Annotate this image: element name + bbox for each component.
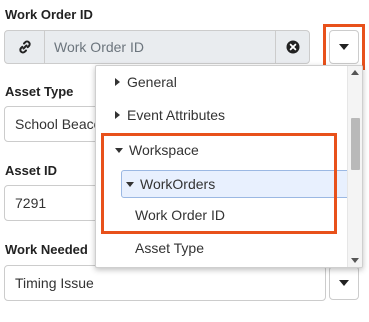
asset-id-label: Asset ID bbox=[5, 163, 58, 178]
tree-item-event-attributes[interactable]: Event Attributes bbox=[96, 102, 225, 128]
work-needed-field[interactable]: Timing Issue bbox=[4, 265, 326, 301]
work-needed-label: Work Needed bbox=[5, 242, 88, 257]
scroll-thumb[interactable] bbox=[351, 118, 360, 170]
tree-item-general[interactable]: General bbox=[96, 69, 177, 95]
scroll-down-arrow-icon[interactable] bbox=[351, 258, 359, 263]
work-order-id-input[interactable]: Work Order ID bbox=[45, 31, 275, 63]
tree-item-label: Event Attributes bbox=[127, 107, 226, 123]
clear-circle-x-icon bbox=[286, 40, 299, 54]
work-order-id-field: Work Order ID bbox=[4, 30, 310, 64]
scroll-up-arrow-icon[interactable] bbox=[351, 70, 359, 75]
asset-type-label: Asset Type bbox=[5, 84, 74, 99]
link-button[interactable] bbox=[5, 31, 45, 63]
work-order-id-label: Work Order ID bbox=[5, 7, 93, 22]
tree-item-asset-type[interactable]: Asset Type bbox=[96, 235, 204, 261]
dropdown-scrollbar[interactable] bbox=[347, 66, 362, 267]
link-icon bbox=[18, 40, 31, 54]
dropdown-button-highlight bbox=[323, 24, 365, 70]
workspace-section-highlight bbox=[101, 133, 337, 234]
work-needed-dropdown-button[interactable] bbox=[329, 266, 359, 300]
chevron-right-icon bbox=[115, 111, 120, 119]
chevron-right-icon bbox=[115, 78, 120, 86]
tree-item-label: Asset Type bbox=[135, 240, 205, 256]
caret-down-icon bbox=[339, 280, 349, 286]
tree-item-label: General bbox=[127, 74, 177, 90]
clear-button[interactable] bbox=[275, 31, 309, 63]
